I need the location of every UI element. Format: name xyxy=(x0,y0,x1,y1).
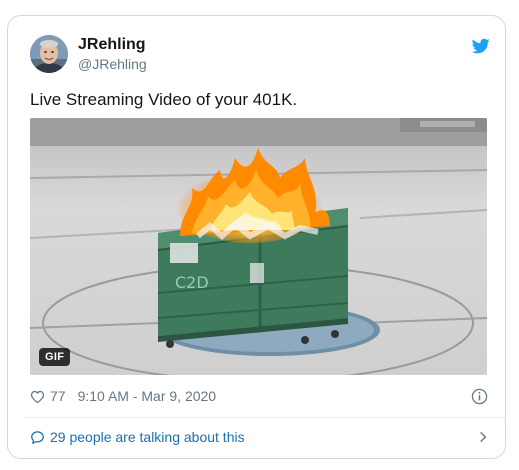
avatar[interactable] xyxy=(30,35,68,73)
divider xyxy=(24,417,505,418)
like-count[interactable]: 77 xyxy=(50,388,66,404)
dumpster-fire-image: C2D xyxy=(30,118,487,375)
chevron-right-icon xyxy=(480,431,487,443)
tweet-text: Live Streaming Video of your 401K. xyxy=(30,90,298,109)
author-handle[interactable]: @JRehling xyxy=(78,56,147,72)
speech-bubble-icon xyxy=(31,430,44,444)
tweet-media-gif[interactable]: C2D GIF xyxy=(30,118,487,375)
conversation-link[interactable]: 29 people are talking about this xyxy=(30,426,490,448)
info-icon[interactable] xyxy=(471,388,488,405)
dumpster-label: C2D xyxy=(175,273,209,292)
twitter-bird-icon[interactable] xyxy=(472,37,490,55)
conversation-text: 29 people are talking about this xyxy=(50,429,245,445)
author-display-name[interactable]: JRehling xyxy=(78,36,146,54)
tweet-card[interactable]: JRehling @JRehling Live Streaming Video … xyxy=(7,15,506,459)
heart-icon[interactable] xyxy=(30,389,45,404)
gif-badge: GIF xyxy=(39,348,71,366)
tweet-timestamp[interactable]: 9:10 AM - Mar 9, 2020 xyxy=(78,388,217,404)
tweet-meta-row: 77 9:10 AM - Mar 9, 2020 xyxy=(30,387,216,405)
